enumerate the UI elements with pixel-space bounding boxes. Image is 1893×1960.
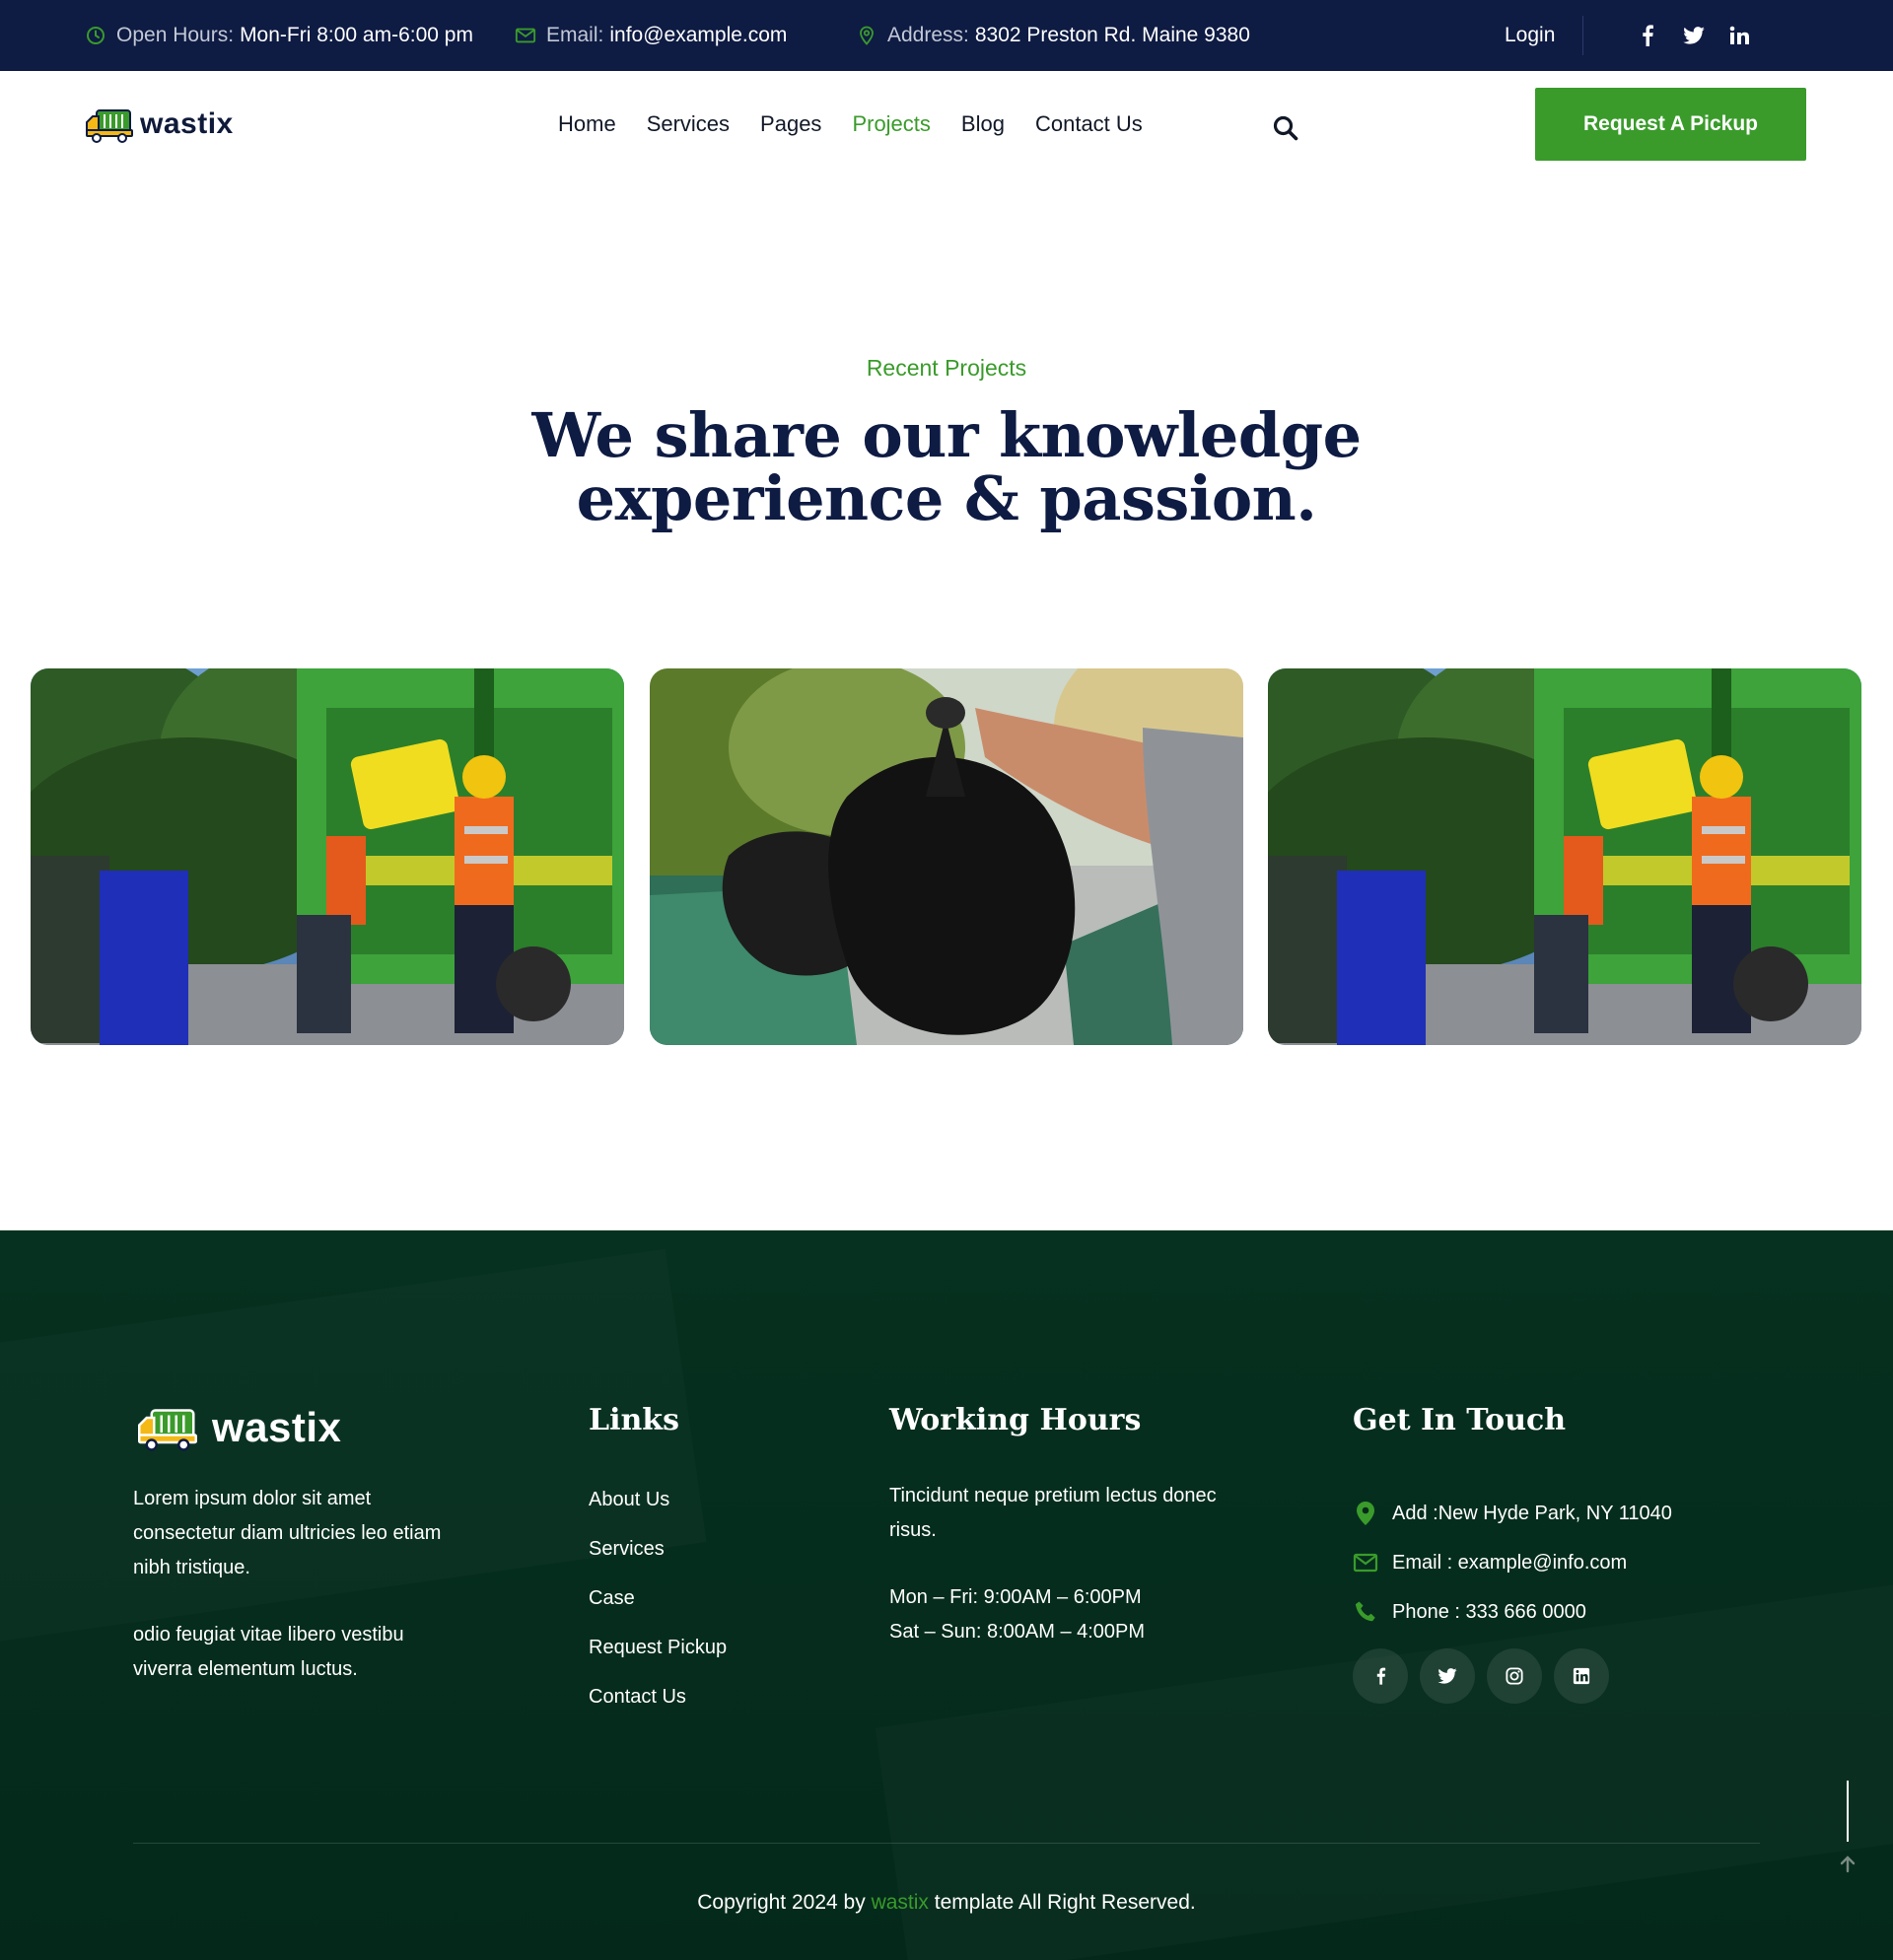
- footer-link-case[interactable]: Case: [589, 1587, 727, 1637]
- footer-logo[interactable]: wastix: [133, 1403, 341, 1452]
- main-nav: Home Services Pages Projects Blog Contac…: [558, 71, 1173, 177]
- footer-hours-weekday: Mon – Fri: 9:00AM – 6:00PM: [889, 1586, 1142, 1608]
- nav-contact-us[interactable]: Contact Us: [1035, 111, 1143, 137]
- clock-icon: [85, 25, 106, 46]
- copyright-brand[interactable]: wastix: [872, 1891, 929, 1914]
- footer-about-p1: Lorem ipsum dolor sit amet consectetur d…: [133, 1488, 442, 1578]
- footer-divider: [133, 1843, 1760, 1844]
- footer-about-p2: odio feugiat vitae libero vestibu viverr…: [133, 1624, 404, 1680]
- project-image-workers-truck: [1268, 668, 1861, 1045]
- footer-link-request-pickup[interactable]: Request Pickup: [589, 1637, 727, 1686]
- footer-email: Email : example@info.com: [1353, 1538, 1672, 1587]
- footer-logo-text: wastix: [212, 1404, 342, 1450]
- nav-projects[interactable]: Projects: [852, 111, 930, 137]
- footer-hours-text: Tincidunt neque pretium lectus donec ris…: [889, 1485, 1217, 1541]
- footer-link-contact-us[interactable]: Contact Us: [589, 1686, 727, 1735]
- footer-address: Add :New Hyde Park, NY 11040: [1353, 1489, 1672, 1538]
- nav-services[interactable]: Services: [647, 111, 730, 137]
- headline-line-1: We share our knowledge: [531, 399, 1362, 471]
- map-pin-icon: [1353, 1501, 1378, 1526]
- facebook-icon[interactable]: [1641, 0, 1654, 71]
- site-footer: wastix Lorem ipsum dolor sit amet consec…: [0, 1230, 1893, 1960]
- section-eyebrow: Recent Projects: [866, 355, 1027, 381]
- footer-email-text[interactable]: Email : example@info.com: [1392, 1552, 1627, 1575]
- top-email: Email: info@example.com: [515, 0, 787, 71]
- garbage-truck-logo-icon: [86, 109, 133, 143]
- project-card-1[interactable]: [31, 668, 624, 1045]
- garbage-truck-logo-icon: [138, 1409, 197, 1451]
- footer-about: Lorem ipsum dolor sit amet consectetur d…: [133, 1482, 458, 1719]
- twitter-icon[interactable]: [1683, 0, 1705, 71]
- copyright-pre: Copyright 2024 by: [697, 1891, 866, 1914]
- section-headline: We share our knowledge experience & pass…: [454, 404, 1439, 530]
- topbar-divider: [1582, 16, 1583, 55]
- footer-contact-list: Add :New Hyde Park, NY 11040 Email : exa…: [1353, 1489, 1672, 1637]
- email-value[interactable]: info@example.com: [609, 24, 787, 47]
- footer-hours-weekend: Sat – Sun: 8:00AM – 4:00PM: [889, 1621, 1146, 1643]
- footer-phone: Phone : 333 666 0000: [1353, 1587, 1672, 1637]
- footer-links-title: Links: [589, 1403, 679, 1437]
- footer-address-text: Add :New Hyde Park, NY 11040: [1392, 1502, 1672, 1524]
- open-hours: Open Hours: Mon-Fri 8:00 am-6:00 pm: [85, 0, 473, 71]
- linkedin-icon[interactable]: [1729, 0, 1749, 71]
- copyright: Copyright 2024 by wastix template All Ri…: [0, 1891, 1893, 1915]
- address-value: 8302 Preston Rd. Maine 9380: [974, 24, 1250, 46]
- footer-hours: Tincidunt neque pretium lectus donec ris…: [889, 1479, 1225, 1649]
- nav-home[interactable]: Home: [558, 111, 616, 137]
- login-link[interactable]: Login: [1505, 0, 1555, 71]
- headline-line-2: experience & passion.: [576, 462, 1317, 534]
- open-hours-label: Open Hours:: [116, 24, 235, 46]
- project-image-workers-truck: [31, 668, 624, 1045]
- top-bar: Open Hours: Mon-Fri 8:00 am-6:00 pm Emai…: [0, 0, 1893, 71]
- footer-link-about-us[interactable]: About Us: [589, 1489, 727, 1538]
- facebook-icon[interactable]: [1353, 1648, 1408, 1704]
- email-label: Email:: [546, 24, 604, 46]
- map-pin-icon: [856, 25, 877, 46]
- project-card-2[interactable]: [650, 668, 1243, 1045]
- mail-icon: [515, 25, 536, 46]
- top-address: Address: 8302 Preston Rd. Maine 9380: [856, 0, 1250, 71]
- nav-pages[interactable]: Pages: [760, 111, 821, 137]
- phone-icon: [1353, 1599, 1378, 1625]
- footer-link-services[interactable]: Services: [589, 1538, 727, 1587]
- project-image-trash-bag: [650, 668, 1243, 1045]
- open-hours-value: Mon-Fri 8:00 am-6:00 pm: [240, 24, 473, 46]
- address-label: Address:: [887, 24, 969, 46]
- search-icon[interactable]: [1272, 114, 1299, 142]
- footer-touch-title: Get In Touch: [1353, 1403, 1567, 1437]
- footer-links-list: About Us Services Case Request Pickup Co…: [589, 1489, 727, 1735]
- instagram-icon[interactable]: [1487, 1648, 1542, 1704]
- twitter-icon[interactable]: [1420, 1648, 1475, 1704]
- footer-social: [1353, 1648, 1621, 1704]
- project-card-3[interactable]: [1268, 668, 1861, 1045]
- site-logo[interactable]: wastix: [85, 105, 234, 144]
- scroll-to-top-button[interactable]: [1836, 1779, 1859, 1877]
- logo-text: wastix: [140, 107, 234, 140]
- footer-hours-title: Working Hours: [889, 1403, 1142, 1437]
- footer-phone-text[interactable]: Phone : 333 666 0000: [1392, 1601, 1586, 1624]
- linkedin-icon[interactable]: [1554, 1648, 1609, 1704]
- nav-blog[interactable]: Blog: [961, 111, 1005, 137]
- request-pickup-button[interactable]: Request A Pickup: [1535, 88, 1806, 161]
- mail-icon: [1353, 1550, 1378, 1575]
- copyright-post: template All Right Reserved.: [934, 1891, 1196, 1914]
